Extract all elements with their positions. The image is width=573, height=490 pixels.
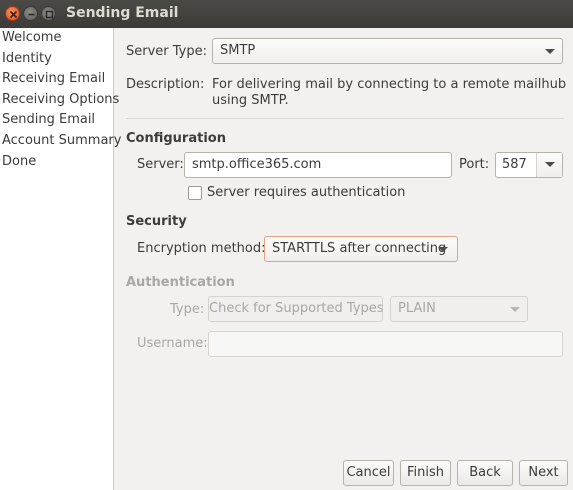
port-label: Port:	[459, 157, 490, 172]
server-requires-auth-checkbox[interactable]	[188, 186, 202, 200]
server-type-dropdown[interactable]: SMTP	[212, 38, 563, 64]
auth-type-label: Type:	[170, 302, 205, 317]
maximize-window-button[interactable]	[41, 6, 56, 21]
chevron-down-icon	[438, 247, 448, 252]
minimize-icon	[28, 13, 35, 16]
server-type-label: Server Type:	[126, 44, 208, 59]
sidebar-item-identity[interactable]: Identity	[0, 49, 113, 70]
next-button[interactable]: Next	[519, 460, 568, 486]
description-line-1: For delivering mail by connecting to a r…	[212, 77, 567, 92]
server-input[interactable]: smtp.office365.com	[184, 152, 452, 178]
close-window-button[interactable]	[5, 6, 20, 21]
maximize-icon	[45, 10, 54, 19]
server-label: Server:	[137, 157, 184, 172]
server-type-value: SMTP	[220, 43, 256, 58]
title-bar: Sending Email	[0, 0, 573, 28]
chevron-down-icon	[510, 307, 520, 312]
sidebar-item-account-summary[interactable]: Account Summary	[0, 131, 121, 152]
server-requires-auth-label[interactable]: Server requires authentication	[207, 185, 405, 200]
assistant-steps-sidebar: Welcome Identity Receiving Email Receivi…	[0, 28, 121, 490]
port-dropdown-button[interactable]	[536, 153, 562, 177]
window-title: Sending Email	[66, 5, 179, 21]
sidebar-item-receiving-options[interactable]: Receiving Options	[0, 90, 119, 111]
sidebar-item-receiving-email[interactable]: Receiving Email	[0, 69, 113, 90]
divider	[126, 118, 564, 119]
authentication-heading: Authentication	[126, 275, 235, 290]
close-icon	[9, 10, 18, 19]
description-line-2: using SMTP.	[212, 93, 289, 108]
auth-mechanism-value: PLAIN	[398, 301, 436, 316]
configuration-heading: Configuration	[126, 131, 226, 146]
chevron-down-icon	[545, 162, 555, 167]
auth-mechanism-dropdown[interactable]: PLAIN	[390, 296, 528, 322]
encryption-method-label: Encryption method:	[137, 241, 266, 256]
minimize-window-button[interactable]	[23, 6, 38, 21]
username-label: Username:	[137, 336, 208, 351]
sidebar-item-sending-email[interactable]: Sending Email	[0, 110, 113, 131]
sidebar-item-done[interactable]: Done	[0, 152, 113, 173]
chevron-down-icon	[545, 49, 555, 54]
back-button[interactable]: Back	[457, 460, 513, 486]
finish-button[interactable]: Finish	[400, 460, 451, 486]
port-value: 587	[502, 157, 527, 172]
description-label: Description:	[126, 77, 205, 92]
port-combo[interactable]: 587	[495, 152, 563, 178]
check-supported-types-button[interactable]: Check for Supported Types	[208, 296, 384, 322]
cancel-button[interactable]: Cancel	[343, 460, 394, 486]
username-input[interactable]	[208, 331, 563, 357]
sidebar-item-welcome[interactable]: Welcome	[0, 28, 113, 49]
security-heading: Security	[126, 214, 187, 229]
encryption-method-dropdown[interactable]: STARTTLS after connecting	[264, 236, 458, 262]
encryption-method-value: STARTTLS after connecting	[272, 241, 447, 256]
